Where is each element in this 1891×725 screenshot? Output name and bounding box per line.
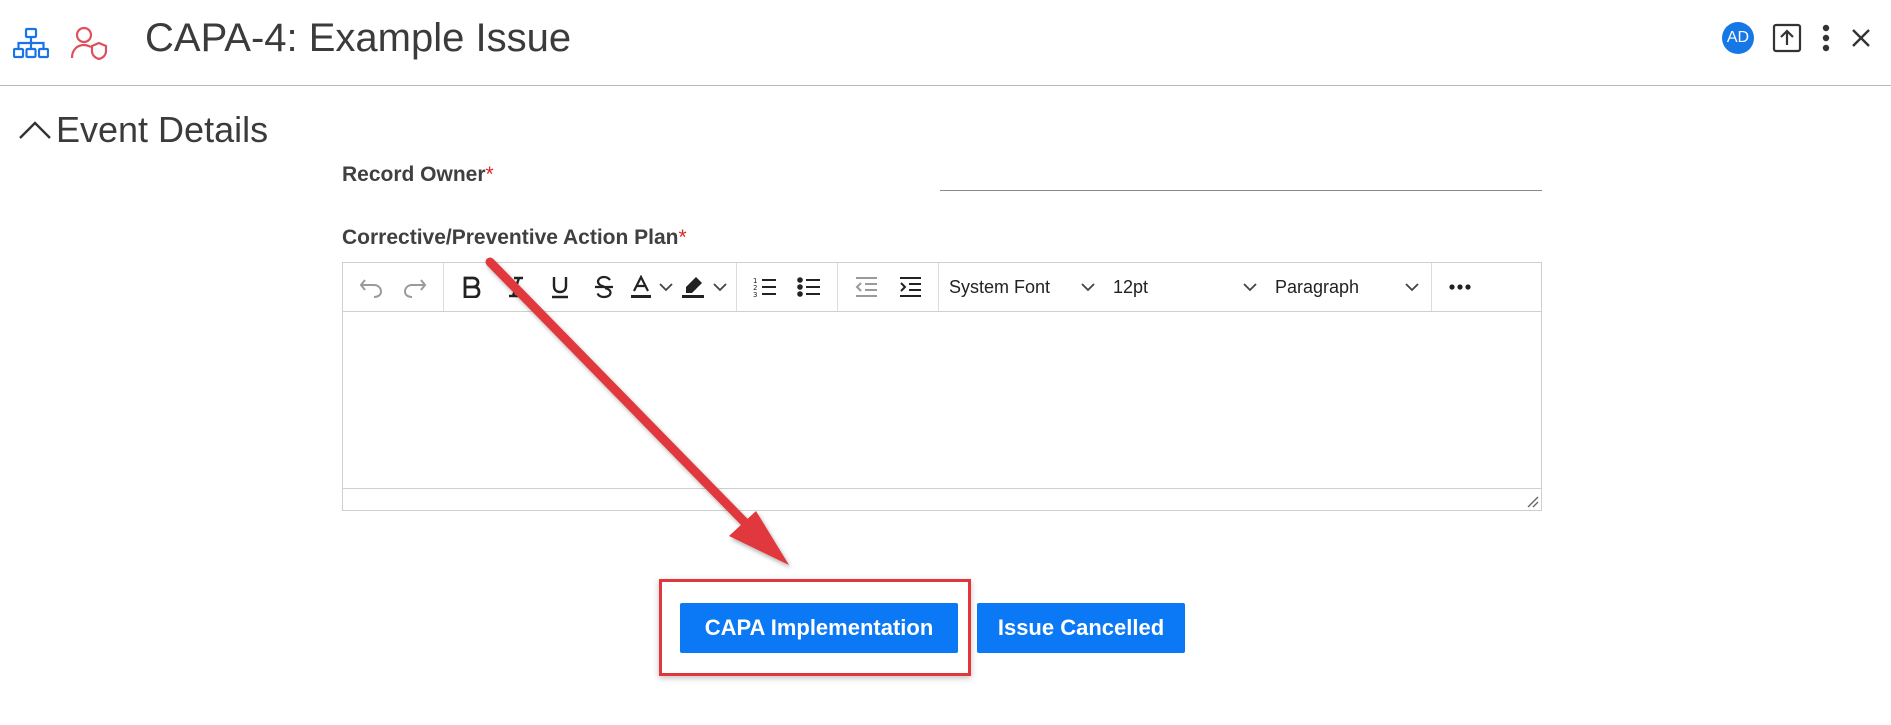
text-color-button[interactable]: [626, 269, 656, 305]
select-group: System Font 12pt Paragraph: [939, 263, 1432, 311]
outdent-icon: [855, 277, 877, 297]
format-group: [444, 263, 737, 311]
redo-icon: [403, 279, 427, 298]
rich-text-editor: 1 2 3 System Font 12pt Paragraph: [342, 262, 1542, 511]
highlight-color-dropdown[interactable]: [710, 269, 730, 305]
font-size-select[interactable]: 12pt: [1105, 269, 1267, 305]
block-format-value: Paragraph: [1275, 276, 1360, 297]
close-icon: [1852, 29, 1870, 47]
highlight-color-button[interactable]: [676, 269, 710, 305]
indent-button[interactable]: [888, 269, 932, 305]
bold-icon: [463, 276, 481, 298]
section-title: Event Details: [56, 109, 269, 150]
strikethrough-icon: [595, 275, 613, 299]
editor-statusbar: [343, 488, 1541, 510]
more-options-button[interactable]: [1808, 20, 1844, 56]
font-family-value: System Font: [949, 276, 1051, 297]
list-group: 1 2 3: [737, 263, 838, 311]
more-toolbar-button[interactable]: [1438, 269, 1482, 305]
chevron-down-icon: [1405, 283, 1419, 292]
undo-button[interactable]: [349, 269, 393, 305]
numbered-list-icon: 1 2 3: [753, 277, 776, 298]
close-button[interactable]: [1843, 20, 1879, 56]
more-horizontal-icon: [1449, 284, 1471, 290]
strikethrough-button[interactable]: [582, 269, 626, 305]
chevron-up-icon: [19, 121, 51, 139]
avatar-initials: AD: [1726, 29, 1750, 46]
text-color-dropdown[interactable]: [656, 269, 676, 305]
highlighter-icon: [682, 277, 704, 298]
export-icon: [1772, 23, 1802, 53]
bullet-list-button[interactable]: [787, 269, 831, 305]
underline-icon: [552, 277, 568, 299]
chevron-down-icon: [659, 283, 673, 292]
indent-group: [838, 263, 939, 311]
text-color-icon: [631, 275, 651, 298]
action-plan-label: Corrective/Preventive Action Plan*: [342, 226, 687, 249]
history-group: [343, 263, 444, 311]
outdent-button[interactable]: [844, 269, 888, 305]
required-mark: *: [678, 226, 687, 249]
italic-button[interactable]: [494, 269, 538, 305]
section-toggle-event-details[interactable]: Event Details: [18, 108, 268, 152]
svg-text:3: 3: [753, 291, 757, 298]
user-shield-icon[interactable]: [68, 22, 110, 64]
bold-button[interactable]: [450, 269, 494, 305]
record-owner-field[interactable]: [940, 190, 1542, 191]
hierarchy-icon[interactable]: [10, 22, 52, 64]
more-group: [1432, 263, 1488, 311]
editor-content-area[interactable]: [343, 312, 1541, 490]
page-title: CAPA-4: Example Issue: [145, 16, 572, 60]
more-vertical-icon: [1822, 24, 1830, 52]
underline-button[interactable]: [538, 269, 582, 305]
record-header: CAPA-4: Example Issue AD: [0, 0, 1891, 86]
export-button[interactable]: [1769, 20, 1805, 56]
chevron-down-icon: [1243, 283, 1257, 292]
font-family-select[interactable]: System Font: [941, 269, 1105, 305]
numbered-list-button[interactable]: 1 2 3: [743, 269, 787, 305]
required-mark: *: [485, 163, 494, 186]
record-owner-label: Record Owner*: [342, 163, 494, 186]
font-size-value: 12pt: [1113, 276, 1149, 297]
block-format-select[interactable]: Paragraph: [1267, 269, 1429, 305]
bullet-list-icon: [797, 277, 820, 297]
avatar[interactable]: AD: [1722, 22, 1754, 54]
indent-icon: [900, 277, 921, 297]
resize-handle-icon[interactable]: [1525, 494, 1539, 508]
redo-button[interactable]: [393, 269, 437, 305]
undo-icon: [359, 279, 383, 298]
chevron-down-icon: [1081, 283, 1095, 292]
issue-cancelled-button[interactable]: Issue Cancelled: [977, 603, 1185, 653]
chevron-down-icon: [713, 283, 727, 292]
editor-toolbar: 1 2 3 System Font 12pt Paragraph: [343, 263, 1541, 312]
italic-icon: [509, 276, 523, 298]
capa-implementation-button[interactable]: CAPA Implementation: [680, 603, 958, 653]
